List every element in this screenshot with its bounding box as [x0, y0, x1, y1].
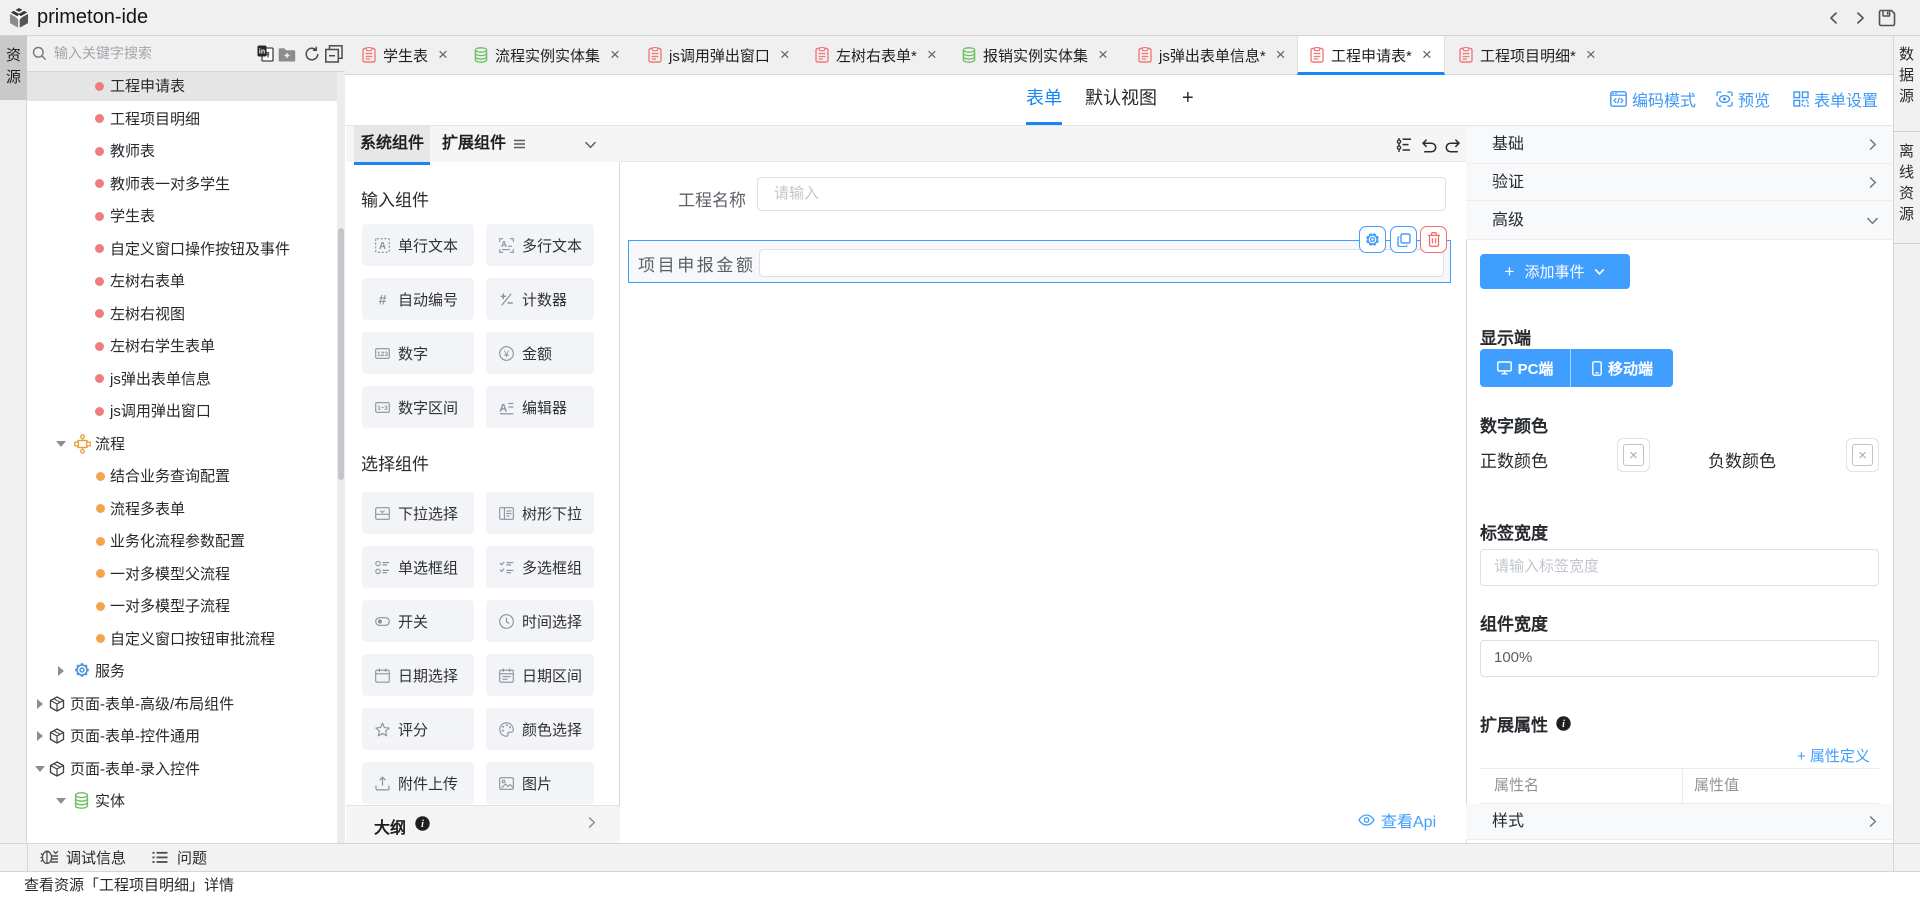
svg-text:¥: ¥ [503, 349, 510, 360]
svg-text:i: i [1562, 719, 1565, 730]
svg-text:123: 123 [377, 351, 388, 358]
svg-text:1~3: 1~3 [377, 405, 388, 412]
svg-text:A: A [499, 402, 507, 414]
svg-text:#: # [379, 292, 387, 307]
svg-text:i: i [421, 819, 424, 830]
svg-text:in: in [259, 49, 265, 56]
svg-text:A: A [379, 241, 386, 252]
svg-text:A: A [501, 239, 507, 249]
